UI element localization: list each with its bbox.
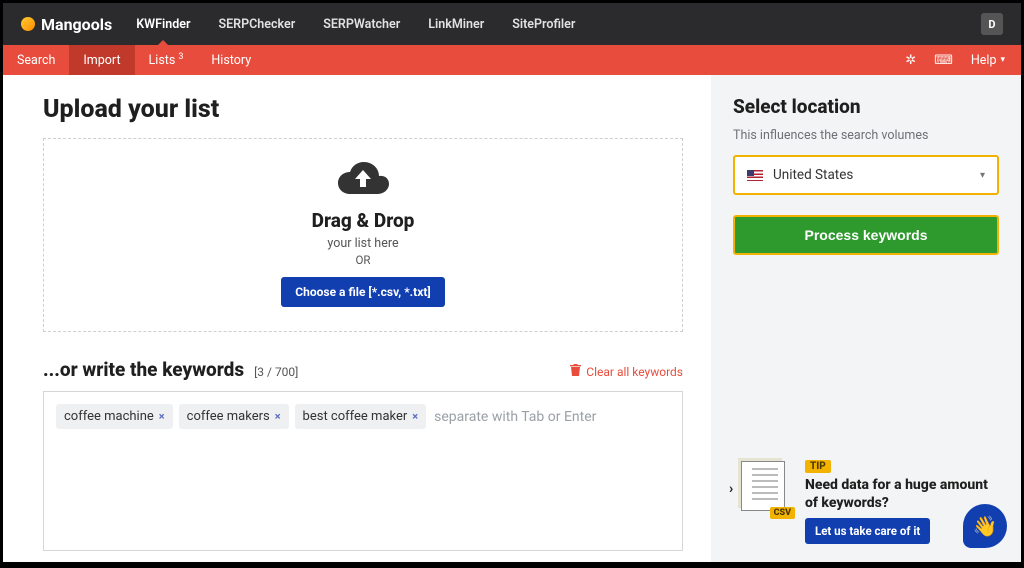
brand-logo-icon bbox=[21, 17, 35, 31]
keyword-tag-text: coffee machine bbox=[64, 409, 154, 424]
keywords-input-box[interactable]: coffee machine × coffee makers × best coff… bbox=[43, 391, 683, 551]
keyword-tag-text: coffee makers bbox=[187, 409, 270, 424]
remove-tag-icon[interactable]: × bbox=[412, 410, 418, 423]
help-menu[interactable]: Help ▾ bbox=[971, 53, 1005, 68]
clear-keywords-label: Clear all keywords bbox=[586, 365, 683, 379]
topnav-linkminer[interactable]: LinkMiner bbox=[428, 4, 484, 45]
location-subtext: This influences the search volumes bbox=[733, 128, 999, 143]
topnav-kwfinder[interactable]: KWFinder bbox=[136, 4, 190, 45]
upload-heading: Upload your list bbox=[43, 95, 683, 124]
csv-sheet-icon: › CSV bbox=[733, 457, 793, 517]
keyword-counter: [3 / 700] bbox=[254, 365, 298, 379]
topnav-items: KWFinder SERPChecker SERPWatcher LinkMin… bbox=[136, 4, 575, 45]
subnav-lists-label: Lists bbox=[149, 53, 176, 68]
location-value: United States bbox=[773, 167, 853, 183]
upload-dropzone[interactable]: Drag & Drop your list here OR Choose a f… bbox=[43, 138, 683, 332]
sub-nav: Search Import Lists 3 History ✲ ⌨ Help ▾ bbox=[3, 45, 1021, 75]
topnav-siteprofiler[interactable]: SiteProfiler bbox=[512, 4, 575, 45]
choose-file-button[interactable]: Choose a file [*.csv, *.txt] bbox=[281, 277, 444, 307]
keyword-input-placeholder[interactable]: separate with Tab or Enter bbox=[432, 405, 598, 429]
main-area: Upload your list Drag & Drop your list h… bbox=[3, 75, 1021, 562]
right-panel: Select location This influences the sear… bbox=[711, 75, 1021, 562]
wave-icon: 👋 bbox=[973, 514, 998, 538]
cloud-upload-icon bbox=[336, 159, 390, 203]
keyword-tag: coffee machine × bbox=[56, 404, 173, 429]
help-label: Help bbox=[971, 53, 997, 68]
subnav-import[interactable]: Import bbox=[69, 45, 134, 75]
subnav-lists-count: 3 bbox=[178, 52, 183, 62]
us-flag-icon bbox=[747, 170, 763, 181]
left-panel: Upload your list Drag & Drop your list h… bbox=[3, 75, 711, 562]
tip-badge: TIP bbox=[805, 460, 831, 473]
brand-name: Mangools bbox=[41, 15, 112, 34]
tip-cta-button[interactable]: Let us take care of it bbox=[805, 518, 930, 544]
dropzone-subtitle: your list here bbox=[54, 236, 672, 251]
process-keywords-button[interactable]: Process keywords bbox=[733, 215, 999, 255]
subnav-history[interactable]: History bbox=[197, 45, 265, 75]
remove-tag-icon[interactable]: × bbox=[275, 410, 281, 423]
location-select[interactable]: United States ▾ bbox=[733, 155, 999, 195]
tip-title: Need data for a huge amount of keywords? bbox=[805, 477, 999, 512]
location-heading: Select location bbox=[733, 95, 999, 118]
write-header-row: ...or write the keywords [3 / 700] Clear… bbox=[43, 358, 683, 381]
chat-fab[interactable]: 👋 bbox=[963, 504, 1007, 548]
settings-gear-icon[interactable]: ✲ bbox=[905, 53, 916, 68]
keyboard-icon[interactable]: ⌨ bbox=[934, 53, 953, 68]
clear-keywords-link[interactable]: Clear all keywords bbox=[570, 364, 683, 379]
keyword-tags: coffee machine × coffee makers × best coff… bbox=[56, 404, 670, 429]
remove-tag-icon[interactable]: × bbox=[159, 410, 165, 423]
topnav-serpchecker[interactable]: SERPChecker bbox=[218, 4, 295, 45]
chevron-down-icon: ▾ bbox=[980, 170, 985, 181]
topnav-right: D bbox=[981, 13, 1003, 35]
user-avatar[interactable]: D bbox=[981, 13, 1003, 35]
chevron-down-icon: ▾ bbox=[1000, 55, 1005, 65]
keyword-tag-text: best coffee maker bbox=[303, 409, 408, 424]
top-nav: Mangools KWFinder SERPChecker SERPWatche… bbox=[3, 3, 1021, 45]
trash-icon bbox=[570, 364, 581, 379]
subnav-lists[interactable]: Lists 3 bbox=[135, 45, 198, 75]
keyword-tag: coffee makers × bbox=[179, 404, 289, 429]
dropzone-or: OR bbox=[54, 253, 672, 267]
dropzone-title: Drag & Drop bbox=[54, 209, 672, 232]
keyword-tag: best coffee maker × bbox=[295, 404, 427, 429]
write-heading: ...or write the keywords bbox=[43, 358, 244, 381]
csv-badge: CSV bbox=[770, 507, 795, 519]
subnav-search[interactable]: Search bbox=[3, 45, 69, 75]
brand[interactable]: Mangools bbox=[21, 15, 112, 34]
topnav-serpwatcher[interactable]: SERPWatcher bbox=[323, 4, 400, 45]
tip-card: › CSV TIP Need data for a huge amount of… bbox=[733, 457, 999, 544]
